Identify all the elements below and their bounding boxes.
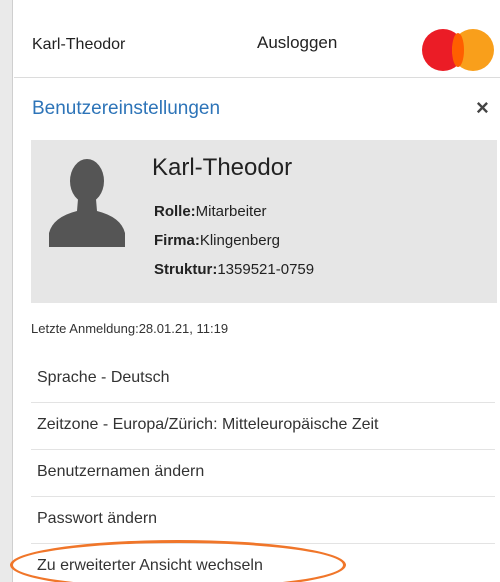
user-settings-panel: Karl-Theodor Ausloggen Benutzereinstellu… [14, 0, 500, 582]
close-icon[interactable]: × [476, 97, 489, 119]
profile-card: Karl-Theodor Rolle:Mitarbeiter Firma:Kli… [31, 140, 497, 303]
menu-item-change-password[interactable]: Passwort ändern [31, 497, 495, 544]
company-value: Klingenberg [199, 232, 280, 249]
current-user-name: Karl-Theodor [32, 36, 126, 53]
profile-name: Karl-Theodor [152, 154, 293, 181]
company-label: Firma: [154, 232, 200, 249]
role-label: Rolle: [154, 203, 196, 220]
role-value: Mitarbeiter [195, 203, 267, 220]
window-left-edge [0, 0, 13, 582]
company-row: Firma:Klingenberg [154, 232, 280, 249]
menu-item-extended-view[interactable]: Zu erweiterter Ansicht wechseln [31, 544, 495, 582]
top-bar: Karl-Theodor Ausloggen [14, 0, 500, 78]
menu-item-language[interactable]: Sprache - Deutsch [31, 356, 495, 403]
structure-label: Struktur: [154, 261, 218, 278]
structure-value: 1359521-0759 [217, 261, 315, 278]
user-silhouette-icon [47, 153, 127, 247]
mastercard-logo [422, 29, 494, 71]
settings-menu: Sprache - Deutsch Zeitzone - Europa/Züri… [31, 356, 495, 582]
logout-link[interactable]: Ausloggen [257, 33, 337, 53]
menu-item-change-username[interactable]: Benutzernamen ändern [31, 450, 495, 497]
menu-item-timezone[interactable]: Zeitzone - Europa/Zürich: Mitteleuropäis… [31, 403, 495, 450]
settings-title: Benutzereinstellungen [32, 98, 221, 119]
role-row: Rolle:Mitarbeiter [154, 203, 267, 220]
mastercard-overlap [452, 33, 464, 67]
structure-row: Struktur:1359521-0759 [154, 261, 314, 278]
last-login-info: Letzte Anmeldung:28.01.21, 11:19 [31, 321, 229, 336]
